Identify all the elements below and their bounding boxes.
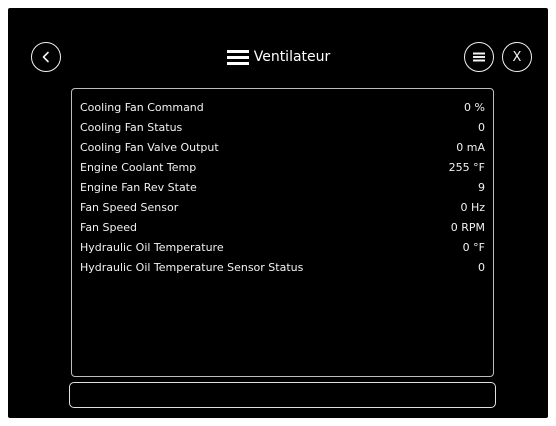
parameter-label: Cooling Fan Valve Output — [80, 140, 219, 154]
parameter-label: Fan Speed Sensor — [80, 201, 179, 215]
status-bar — [69, 382, 496, 408]
parameter-label: Engine Fan Rev State — [80, 180, 197, 194]
parameter-row: Cooling Fan Command 0 % — [80, 97, 485, 117]
parameter-row: Hydraulic Oil Temperature 0 °F — [80, 238, 485, 258]
close-button[interactable]: X — [502, 42, 532, 72]
parameter-value: 0 mA — [456, 140, 485, 154]
parameter-value: 0 °F — [462, 241, 485, 255]
parameter-label: Hydraulic Oil Temperature — [80, 241, 224, 255]
close-label: X — [512, 50, 522, 65]
parameter-label: Fan Speed — [80, 221, 138, 235]
parameter-label: Cooling Fan Command — [80, 100, 204, 114]
list-menu-icon — [473, 52, 485, 62]
parameter-value: 255 °F — [448, 160, 485, 174]
parameter-label: Hydraulic Oil Temperature Sensor Status — [80, 261, 304, 275]
parameter-row: Hydraulic Oil Temperature Sensor Status … — [80, 258, 485, 278]
parameter-value: 0 — [478, 261, 485, 275]
parameter-value: 0 RPM — [450, 221, 485, 235]
parameter-list: Cooling Fan Command 0 % Cooling Fan Stat… — [80, 97, 485, 278]
page-title: Ventilateur — [253, 49, 331, 65]
parameter-label: Engine Coolant Temp — [80, 160, 197, 174]
parameter-row: Engine Coolant Temp 255 °F — [80, 157, 485, 177]
parameter-value: 0 % — [464, 100, 485, 114]
parameter-value: 9 — [478, 180, 485, 194]
parameter-row: Engine Fan Rev State 9 — [80, 177, 485, 197]
parameter-panel: Cooling Fan Command 0 % Cooling Fan Stat… — [71, 88, 494, 377]
hamburger-menu-icon — [226, 50, 249, 65]
parameter-row: Cooling Fan Valve Output 0 mA — [80, 137, 485, 157]
parameter-row: Fan Speed 0 RPM — [80, 218, 485, 238]
display-screen: Ventilateur X Cooling Fan Command 0 % Co… — [8, 8, 548, 418]
parameter-label: Cooling Fan Status — [80, 120, 183, 134]
parameter-row: Cooling Fan Status 0 — [80, 117, 485, 137]
parameter-row: Fan Speed Sensor 0 Hz — [80, 197, 485, 217]
parameter-value: 0 — [478, 120, 485, 134]
parameter-value: 0 Hz — [460, 201, 485, 215]
menu-button[interactable] — [464, 42, 494, 72]
